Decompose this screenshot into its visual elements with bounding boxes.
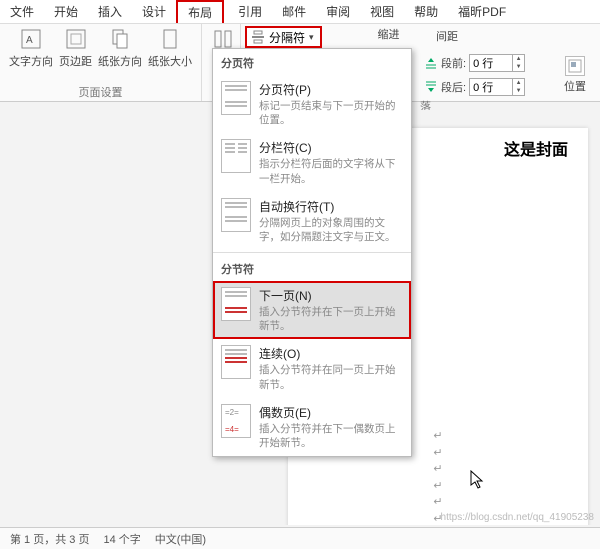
text-direction-button[interactable]: A 文字方向: [6, 26, 56, 71]
section-breaks-header: 分节符: [213, 255, 411, 281]
tab-review[interactable]: 审阅: [316, 0, 360, 23]
column-break-icon: [221, 139, 251, 173]
page-setup-group: A 文字方向 页边距 纸张方向 纸张大小: [0, 24, 202, 101]
tab-mailings[interactable]: 邮件: [272, 0, 316, 23]
breaks-button[interactable]: 分隔符 ▾: [245, 26, 322, 48]
spacing-after-label: 段后:: [441, 79, 466, 95]
chevron-down-icon: ▾: [309, 32, 314, 43]
orientation-icon: [108, 28, 132, 50]
spacing-group: 段前: 0 行 ▲▼ 段后: 0 行 ▲▼ 落: [420, 52, 529, 96]
tab-references[interactable]: 引用: [228, 0, 272, 23]
tab-file[interactable]: 文件: [0, 0, 44, 23]
spacing-after-field[interactable]: 0 行 ▲▼: [469, 78, 525, 96]
spacing-before-field[interactable]: 0 行 ▲▼: [469, 54, 525, 72]
position-button[interactable]: 位置: [556, 52, 594, 98]
size-icon: [158, 28, 182, 50]
spin-up-icon[interactable]: ▲: [513, 55, 524, 63]
status-words[interactable]: 14 个字: [103, 531, 140, 547]
tab-layout[interactable]: 布局: [176, 0, 224, 23]
status-lang[interactable]: 中文(中国): [155, 531, 206, 547]
text-wrap-break-item[interactable]: 自动换行符(T) 分隔网页上的对象周围的文字，如分隔题注文字与正文。: [213, 192, 411, 250]
tab-insert[interactable]: 插入: [88, 0, 132, 23]
ribbon-tabs: 文件 开始 插入 设计 布局 引用 邮件 审阅 视图 帮助 福昕PDF: [0, 0, 600, 24]
text-direction-icon: A: [19, 28, 43, 50]
tab-view[interactable]: 视图: [360, 0, 404, 23]
columns-icon: [211, 28, 235, 50]
orientation-button[interactable]: 纸张方向: [95, 26, 145, 71]
next-page-section-item[interactable]: 下一页(N) 插入分节符并在下一页上开始新节。: [213, 281, 411, 339]
tab-help[interactable]: 帮助: [404, 0, 448, 23]
spin-down-icon[interactable]: ▼: [513, 87, 524, 95]
svg-text:A: A: [26, 35, 33, 46]
continuous-icon: [221, 345, 251, 379]
margins-icon: [64, 28, 88, 50]
size-button[interactable]: 纸张大小: [145, 26, 195, 71]
spin-up-icon[interactable]: ▲: [513, 79, 524, 87]
text-wrap-icon: [221, 198, 251, 232]
spacing-before-row: 段前: 0 行 ▲▼: [424, 54, 525, 72]
tab-home[interactable]: 开始: [44, 0, 88, 23]
watermark: https://blog.csdn.net/qq_41905238: [441, 512, 594, 523]
spacing-before-label: 段前:: [441, 55, 466, 71]
page-break-icon: [221, 81, 251, 115]
breaks-label: 分隔符: [269, 29, 305, 46]
next-page-icon: [221, 287, 251, 321]
status-page[interactable]: 第 1 页，共 3 页: [10, 531, 89, 547]
position-icon: [565, 56, 585, 76]
tab-foxit[interactable]: 福昕PDF: [448, 0, 516, 23]
breaks-dropdown: 分页符 分页符(P) 标记一页结束与下一页开始的位置。 分栏符(C) 指示分栏符…: [212, 48, 412, 457]
even-page-icon: =2==4=: [221, 404, 251, 438]
spin-down-icon[interactable]: ▼: [513, 63, 524, 71]
breaks-icon: [251, 30, 265, 44]
status-bar: 第 1 页，共 3 页 14 个字 中文(中国): [0, 527, 600, 549]
even-page-section-item[interactable]: =2==4= 偶数页(E) 插入分节符并在下一偶数页上开始新节。: [213, 398, 411, 456]
spacing-before-icon: [424, 56, 438, 70]
margins-button[interactable]: 页边距: [56, 26, 95, 71]
spacing-after-icon: [424, 80, 438, 94]
paragraph-marks: ↵↵↵↵↵↵⊢⎯⎯⎯⊣↵: [420, 428, 456, 525]
column-break-item[interactable]: 分栏符(C) 指示分栏符后面的文字将从下一栏开始。: [213, 133, 411, 191]
spacing-header: 间距: [436, 28, 458, 44]
spacing-after-row: 段后: 0 行 ▲▼: [424, 78, 525, 96]
continuous-section-item[interactable]: 连续(O) 插入分节符并在同一页上开始新节。: [213, 339, 411, 397]
cover-title: 这是封面: [504, 136, 568, 160]
indent-label: 缩进: [378, 26, 400, 42]
page-break-item[interactable]: 分页符(P) 标记一页结束与下一页开始的位置。: [213, 75, 411, 133]
page-setup-label: 页面设置: [6, 82, 195, 100]
page-breaks-header: 分页符: [213, 49, 411, 75]
tab-design[interactable]: 设计: [132, 0, 176, 23]
